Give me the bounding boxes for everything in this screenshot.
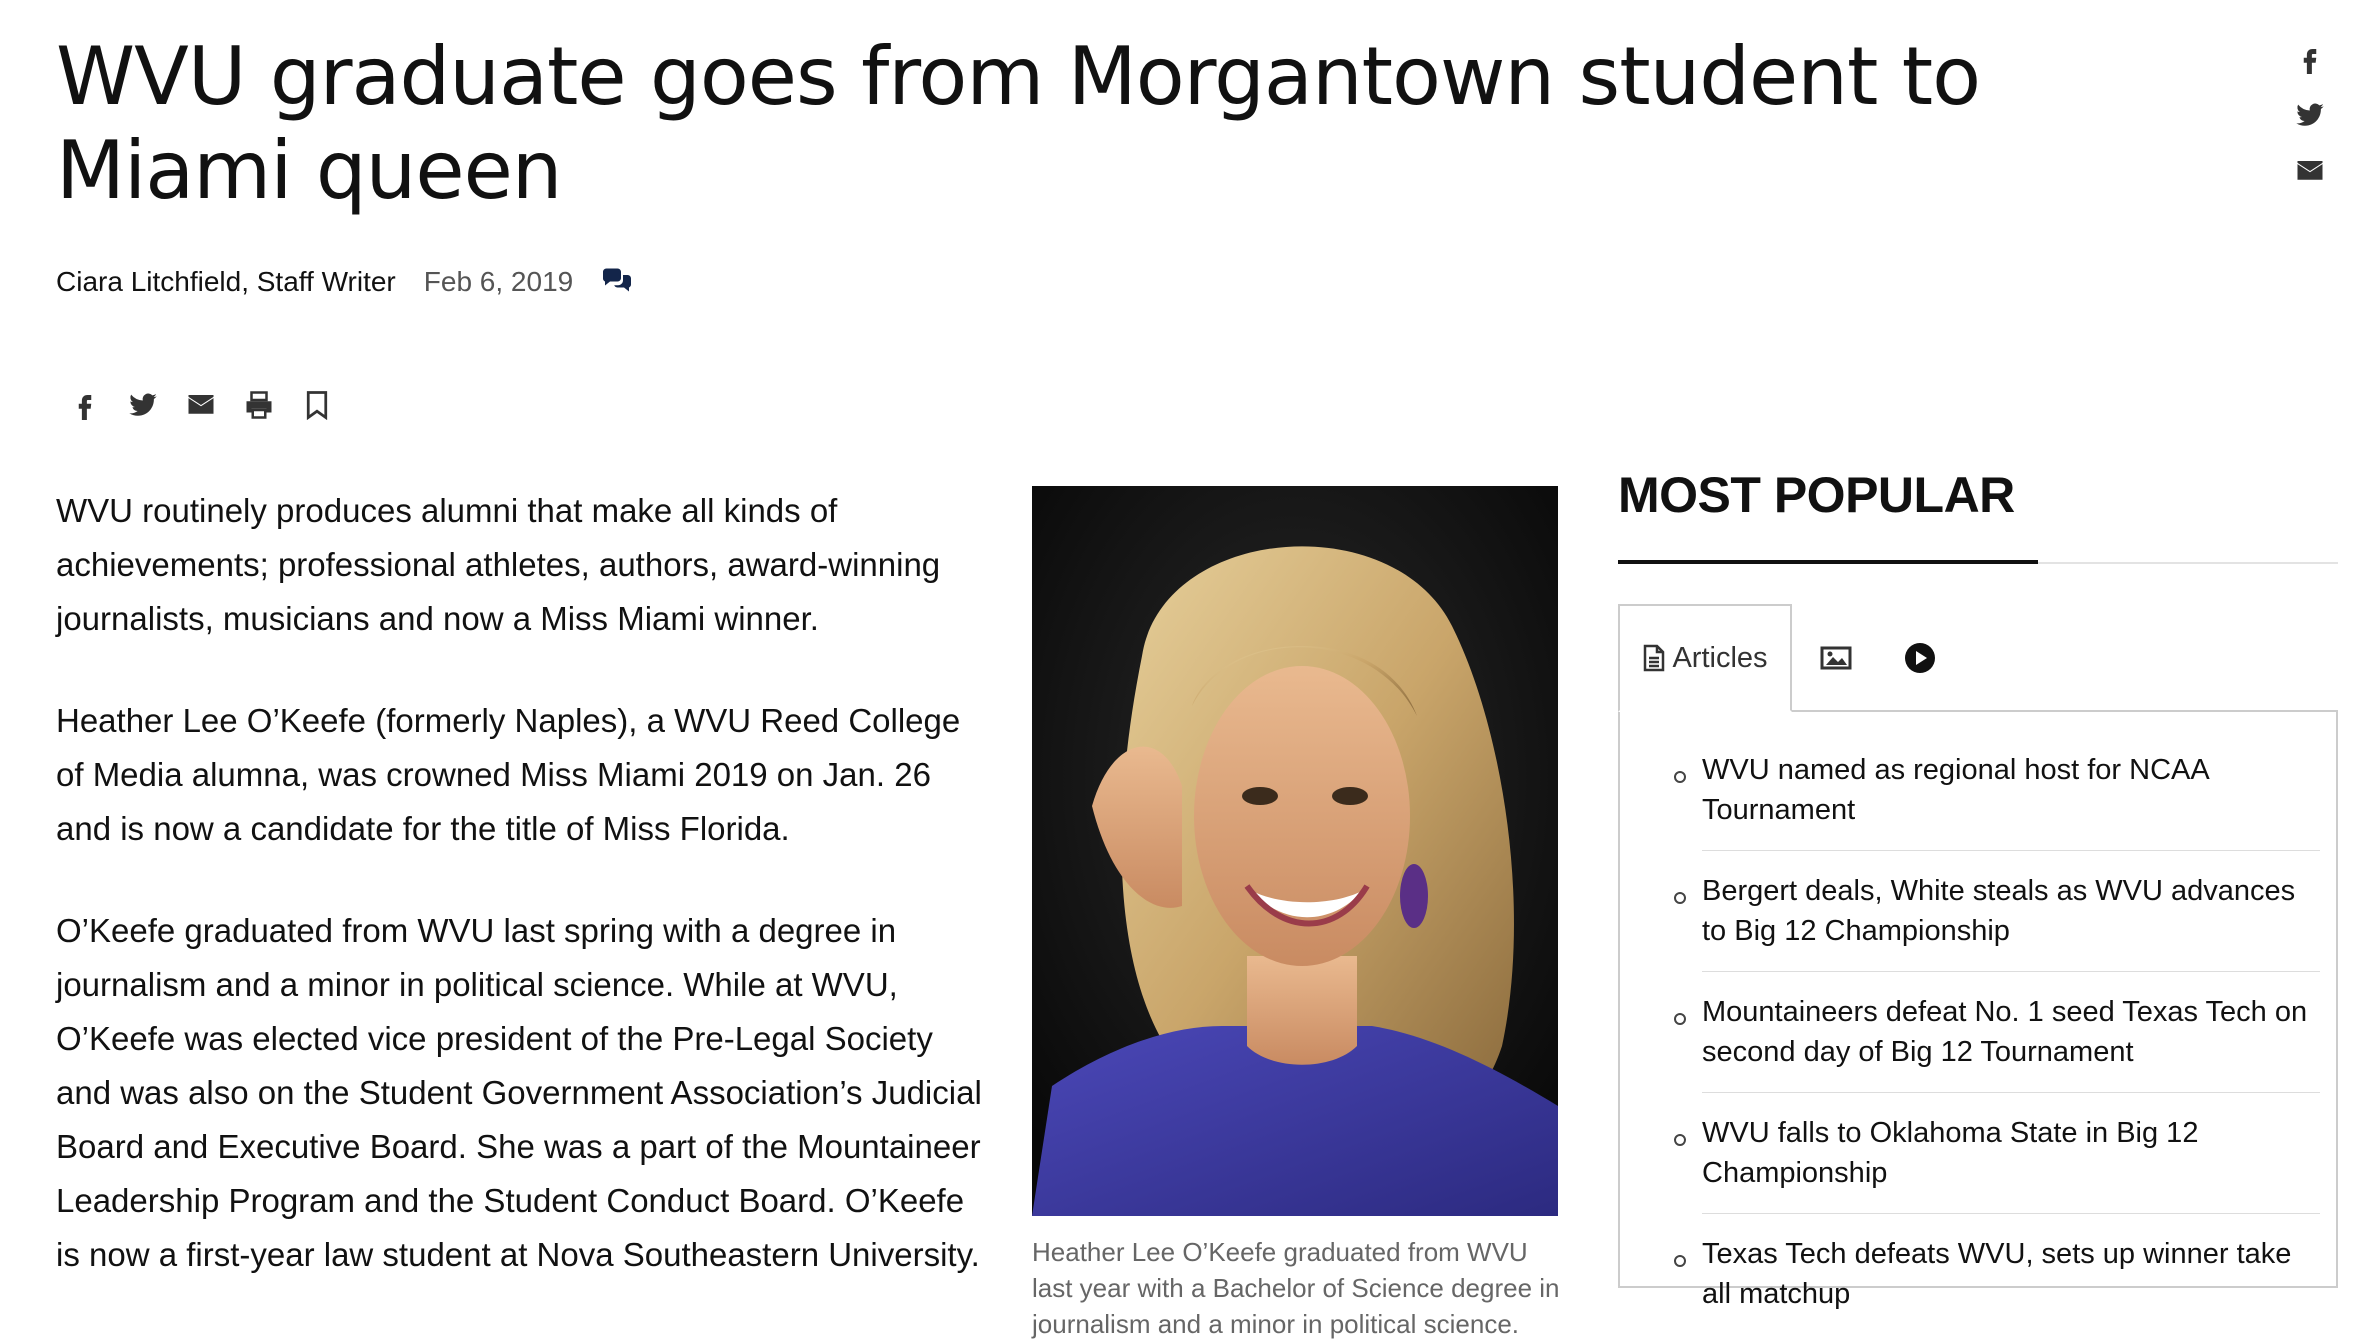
list-item: Mountaineers defeat No. 1 seed Texas Tec…: [1650, 992, 2320, 1093]
twitter-icon[interactable]: [128, 390, 158, 420]
popular-article-link[interactable]: Bergert deals, White steals as WVU advan…: [1702, 871, 2320, 972]
most-popular-underline: [1618, 560, 2038, 564]
tab-articles-label: Articles: [1672, 641, 1768, 674]
bullet-icon: [1674, 892, 1686, 904]
popular-article-link[interactable]: WVU named as regional host for NCAA Tour…: [1702, 750, 2320, 851]
most-popular-divider: [2038, 562, 2338, 564]
article-paragraph: O’Keefe graduated from WVU last spring w…: [56, 912, 982, 1273]
tab-panel-articles: WVU named as regional host for NCAA Tour…: [1618, 710, 2338, 1310]
most-popular-tabs: WVU named as regional host for NCAA Tour…: [1618, 604, 2338, 1310]
byline: Ciara Litchfield, Staff Writer Feb 6, 20…: [56, 262, 633, 302]
article-paragraph: Heather Lee O’Keefe (formerly Naples), a…: [56, 702, 961, 847]
document-icon: [1644, 644, 1665, 672]
list-item: WVU falls to Oklahoma State in Big 12 Ch…: [1650, 1113, 2320, 1214]
facebook-icon[interactable]: [70, 390, 100, 420]
comments-icon[interactable]: [601, 266, 633, 298]
play-icon[interactable]: [1902, 640, 1938, 676]
print-icon[interactable]: [244, 390, 274, 420]
bullet-icon: [1674, 1134, 1686, 1146]
bullet-icon: [1674, 1255, 1686, 1267]
article-body: WVU routinely produces alumni that make …: [56, 484, 986, 1330]
author-name[interactable]: Ciara Litchfield, Staff Writer: [56, 266, 396, 298]
most-popular-heading: MOST POPULAR: [1618, 467, 2015, 523]
bullet-icon: [1674, 771, 1686, 783]
publish-date: Feb 6, 2019: [423, 266, 574, 297]
article-title: WVU graduate goes from Morgantown studen…: [56, 30, 1981, 217]
image-icon[interactable]: [1818, 640, 1854, 676]
side-share-bar: [2290, 44, 2330, 212]
twitter-icon[interactable]: [2290, 100, 2330, 140]
popular-articles-list: WVU named as regional host for NCAA Tour…: [1650, 750, 2320, 1344]
popular-article-link[interactable]: Mountaineers defeat No. 1 seed Texas Tec…: [1702, 992, 2320, 1093]
facebook-icon[interactable]: [2290, 44, 2330, 84]
tab-articles[interactable]: Articles: [1618, 604, 1792, 712]
article-share-toolbar: [70, 390, 332, 421]
email-icon[interactable]: [186, 390, 216, 420]
bullet-icon: [1674, 1013, 1686, 1025]
email-icon[interactable]: [2290, 156, 2330, 196]
list-item: Bergert deals, White steals as WVU advan…: [1650, 871, 2320, 972]
popular-article-link[interactable]: WVU falls to Oklahoma State in Big 12 Ch…: [1702, 1113, 2320, 1214]
list-item: WVU named as regional host for NCAA Tour…: [1650, 750, 2320, 851]
article-paragraph: WVU routinely produces alumni that make …: [56, 492, 941, 637]
photo-caption: Heather Lee O’Keefe graduated from WVU l…: [1032, 1237, 1560, 1339]
bookmark-icon[interactable]: [302, 390, 332, 421]
article-photo[interactable]: [1032, 486, 1558, 1216]
list-item: Texas Tech defeats WVU, sets up winner t…: [1650, 1234, 2320, 1334]
popular-article-link[interactable]: Texas Tech defeats WVU, sets up winner t…: [1702, 1234, 2320, 1334]
